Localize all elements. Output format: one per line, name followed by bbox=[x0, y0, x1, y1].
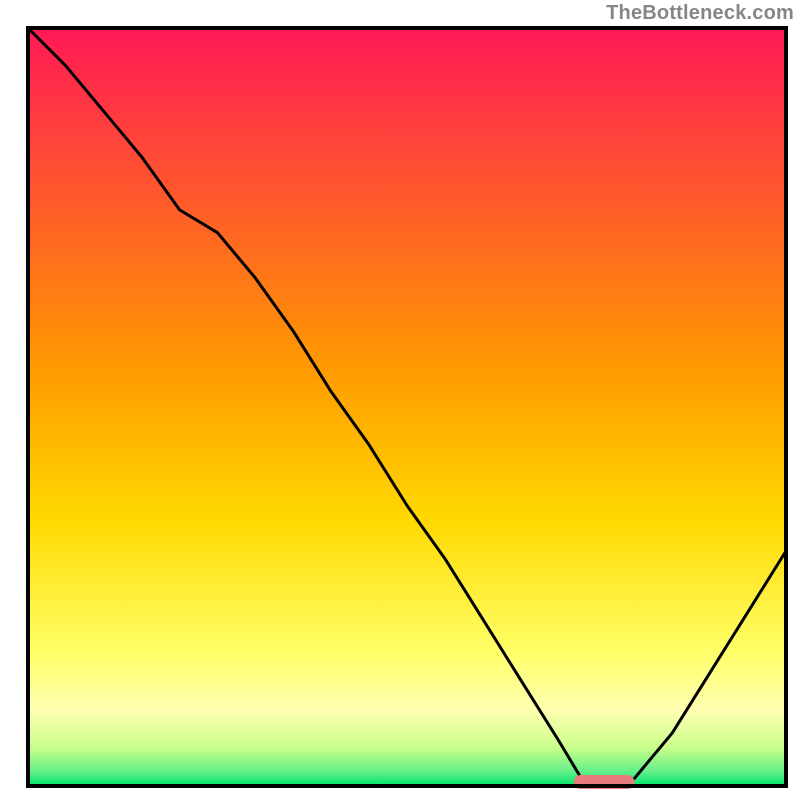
bottleneck-chart bbox=[0, 0, 800, 800]
plot-background bbox=[28, 28, 786, 786]
chart-container: TheBottleneck.com bbox=[0, 0, 800, 800]
